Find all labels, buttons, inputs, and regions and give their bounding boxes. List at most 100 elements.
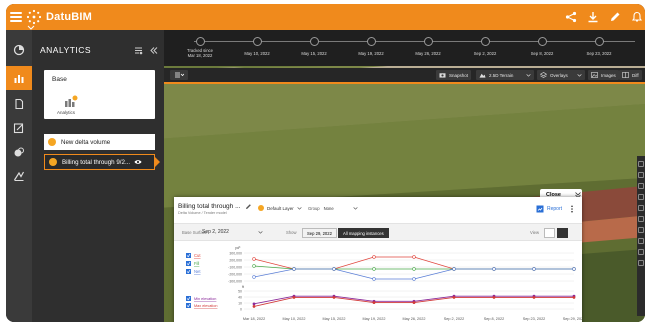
map-toolbar: Snapshot 2.5D Terrain Overlays Images Di… bbox=[164, 68, 645, 82]
timeline-bar: Tracked since Mar 18, 2022 May 10, 2022 … bbox=[164, 30, 645, 66]
x-tick-label: May 26, 2022 bbox=[402, 317, 425, 321]
diff-button[interactable]: Diff bbox=[619, 70, 642, 80]
timeline-label: Sep 2, 2022 bbox=[473, 51, 497, 56]
snapshot-button[interactable]: Snapshot bbox=[436, 70, 472, 80]
hamburger-menu-icon[interactable] bbox=[10, 12, 22, 22]
timeline-label: May 10, 2022 bbox=[244, 51, 270, 56]
x-tick-label: May 10, 2022 bbox=[282, 317, 305, 321]
rail-item-layers[interactable] bbox=[6, 140, 32, 164]
analytics-caption: Analytics bbox=[57, 110, 76, 115]
timeline-label: May 26, 2022 bbox=[415, 51, 441, 56]
list-item-label: Billing total through 9/2... bbox=[62, 158, 131, 166]
timeline-point[interactable] bbox=[196, 37, 205, 46]
top-bar: DatuBIM bbox=[6, 4, 645, 30]
map-control-button[interactable] bbox=[638, 205, 644, 211]
map-control-button[interactable] bbox=[638, 260, 644, 266]
map-control-button[interactable] bbox=[638, 194, 644, 200]
timeline-point[interactable] bbox=[595, 37, 604, 46]
data-point bbox=[332, 296, 336, 299]
camera-icon bbox=[439, 73, 446, 78]
timeline-label: Tracked since Mar 18, 2022 bbox=[187, 48, 213, 59]
bell-icon[interactable] bbox=[631, 11, 643, 23]
data-point bbox=[252, 257, 256, 261]
data-point bbox=[532, 296, 536, 299]
overlays-label: Overlays bbox=[550, 72, 568, 78]
view-mode-button[interactable] bbox=[170, 70, 188, 80]
timeline-point[interactable] bbox=[253, 37, 262, 46]
legend-checkbox bbox=[186, 261, 191, 266]
data-point bbox=[412, 301, 416, 304]
share-icon[interactable] bbox=[565, 11, 577, 23]
timeline-point[interactable] bbox=[367, 37, 376, 46]
data-point bbox=[412, 255, 416, 259]
x-tick-label: Sep 23, 2022 bbox=[523, 317, 546, 321]
x-tick-label: May 15, 2022 bbox=[322, 317, 345, 321]
terrain-label: 2.5D Terrain bbox=[489, 72, 514, 78]
rail-item-dashboard[interactable] bbox=[6, 38, 32, 62]
data-point bbox=[412, 267, 416, 271]
y-tick-label: 300,000 bbox=[229, 251, 242, 255]
y-tick-label: -100,000 bbox=[228, 265, 242, 269]
y-tick-label: -200,000 bbox=[228, 272, 242, 276]
layers-icon bbox=[14, 147, 24, 157]
images-icon bbox=[591, 72, 598, 78]
chevron-down-icon bbox=[577, 73, 582, 77]
base-card[interactable]: Base Analytics bbox=[44, 70, 155, 119]
x-tick-label: May 19, 2022 bbox=[362, 317, 385, 321]
legend-label: Max elevation bbox=[194, 304, 217, 308]
data-point bbox=[452, 267, 456, 271]
legend-checkbox bbox=[186, 253, 191, 258]
map-control-button[interactable] bbox=[638, 216, 644, 222]
rail-item-reports[interactable] bbox=[6, 116, 32, 140]
measure-icon bbox=[13, 171, 25, 181]
data-point bbox=[572, 296, 576, 299]
timeline-label: Sep 23, 2022 bbox=[586, 51, 612, 56]
timeline-label: May 19, 2022 bbox=[358, 51, 384, 56]
map-control-button[interactable] bbox=[638, 161, 644, 167]
images-label: Images bbox=[601, 72, 616, 78]
timeline-point[interactable] bbox=[481, 37, 490, 46]
pencil-icon[interactable] bbox=[609, 11, 621, 23]
map-control-button[interactable] bbox=[638, 183, 644, 189]
download-icon[interactable] bbox=[587, 11, 599, 23]
timeline-label: Sep 8, 2022 bbox=[530, 51, 554, 56]
rail-item-documents[interactable] bbox=[6, 92, 32, 116]
x-tick-label: Sep 29, 2022 bbox=[563, 317, 582, 321]
collapse-panel-icon[interactable] bbox=[149, 46, 158, 55]
list-item-new-delta-volume[interactable]: New delta volume bbox=[44, 134, 155, 150]
list-item-billing-total[interactable]: Billing total through 9/2... bbox=[44, 154, 160, 170]
bar-chart-icon bbox=[14, 75, 24, 83]
data-point bbox=[492, 267, 496, 271]
panel-header-icons bbox=[134, 46, 158, 55]
document-icon bbox=[15, 98, 24, 110]
data-point bbox=[372, 267, 376, 271]
rail-item-analytics[interactable] bbox=[6, 66, 32, 90]
timeline-label: May 15, 2022 bbox=[301, 51, 327, 56]
timeline-point[interactable] bbox=[310, 37, 319, 46]
map-control-button[interactable] bbox=[638, 238, 644, 244]
analytics-panel: ANALYTICS Base Analytics New delta volum… bbox=[32, 30, 164, 322]
map-control-button[interactable] bbox=[638, 172, 644, 178]
timeline-point[interactable] bbox=[424, 37, 433, 46]
data-point bbox=[492, 296, 496, 299]
map-control-button[interactable] bbox=[638, 249, 644, 255]
chart-panel: Billing total through ... Delta Volume /… bbox=[174, 197, 582, 322]
map-control-button[interactable] bbox=[638, 227, 644, 233]
terrain-dropdown[interactable]: 2.5D Terrain bbox=[476, 70, 534, 80]
data-point bbox=[372, 277, 376, 281]
images-button[interactable]: Images bbox=[588, 70, 619, 80]
panel-settings-icon[interactable] bbox=[134, 46, 143, 55]
list-item-label: New delta volume bbox=[61, 138, 111, 146]
x-tick-label: Sep 8, 2022 bbox=[484, 317, 504, 321]
data-point bbox=[572, 267, 576, 271]
data-point bbox=[412, 277, 416, 281]
datubim-logo-icon bbox=[26, 9, 42, 25]
timeline-point[interactable] bbox=[538, 37, 547, 46]
rail-item-measure[interactable] bbox=[6, 164, 32, 188]
eye-icon[interactable] bbox=[134, 159, 142, 165]
data-point bbox=[452, 296, 456, 299]
overlays-dropdown[interactable]: Overlays bbox=[537, 70, 585, 80]
y-tick-label: 40 bbox=[238, 295, 242, 299]
y-tick-label: 50 bbox=[238, 289, 242, 293]
legend-checkbox bbox=[186, 303, 191, 308]
